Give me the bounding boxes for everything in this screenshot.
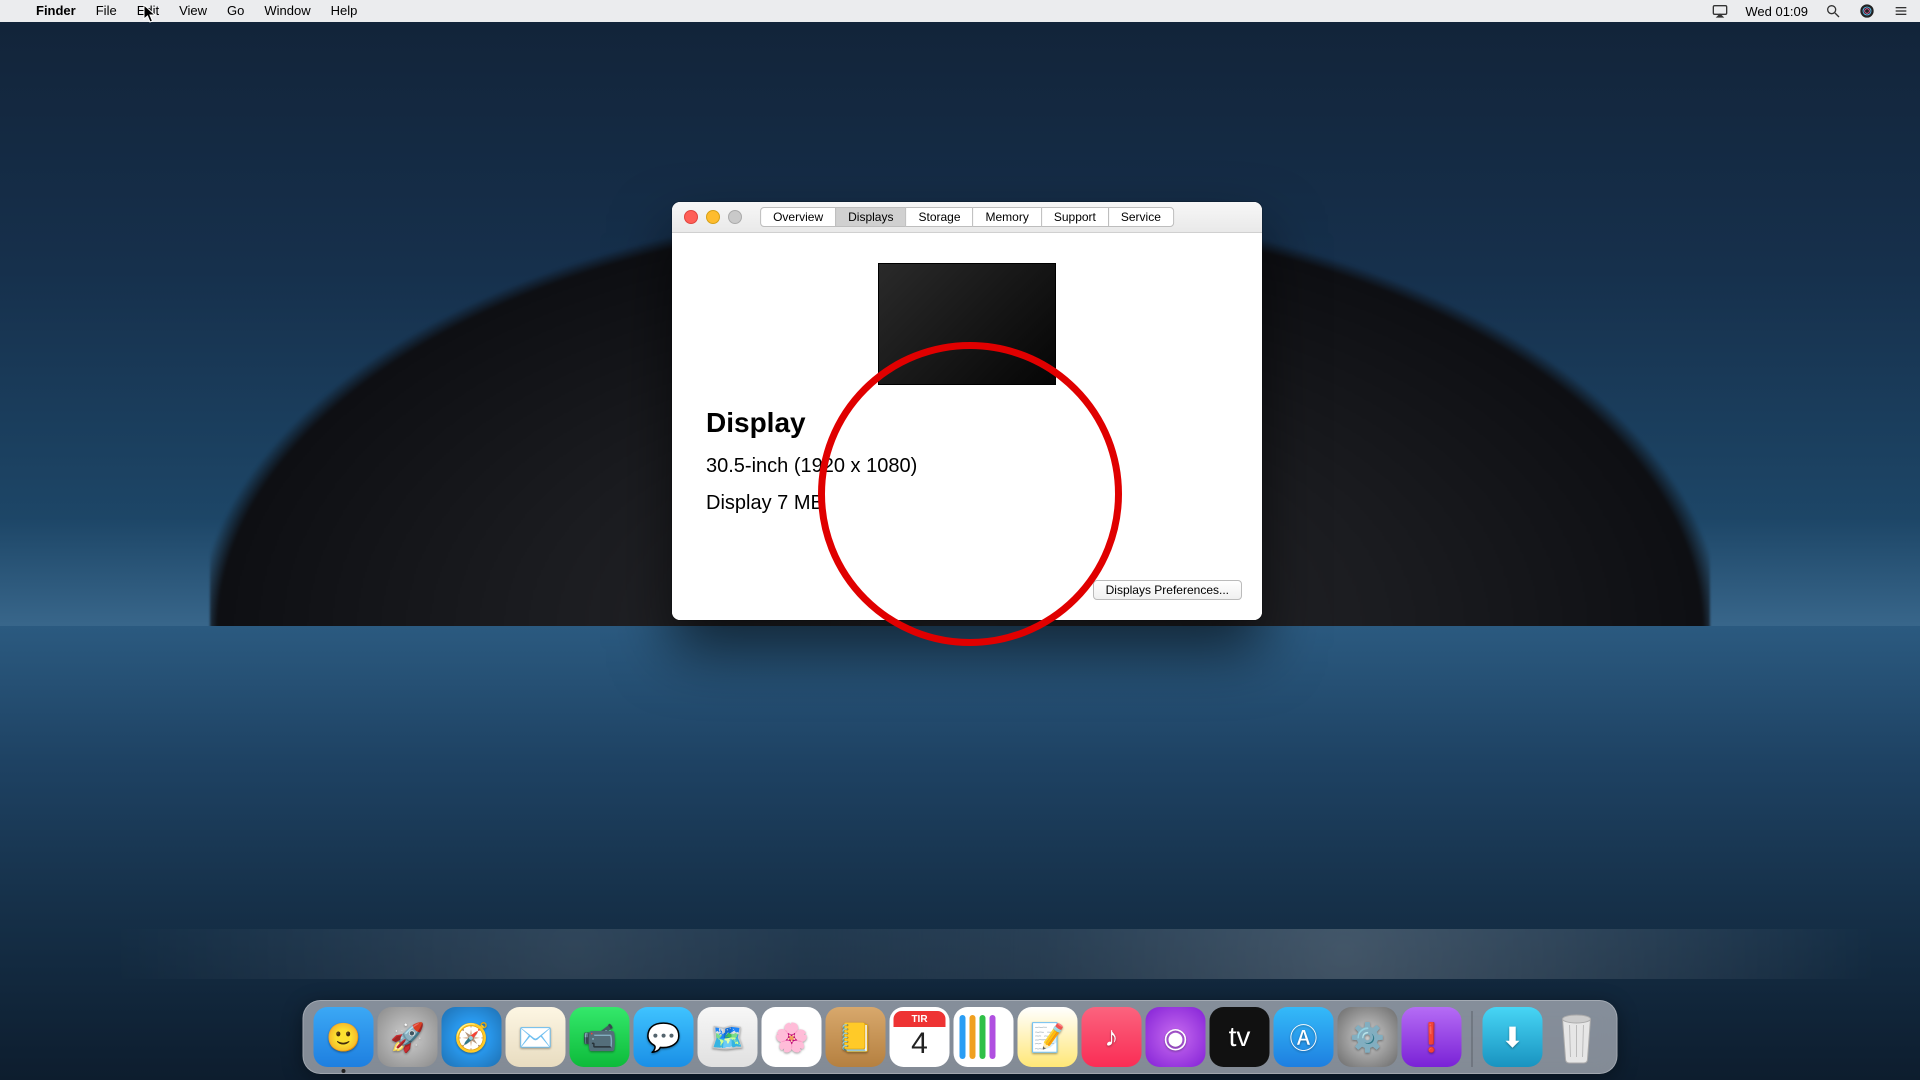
dock-system-preferences[interactable]: ⚙️ [1338,1007,1398,1067]
minimize-button[interactable] [706,210,720,224]
wallpaper-foam [0,929,1920,979]
window-titlebar[interactable]: Overview Displays Storage Memory Support… [672,202,1262,233]
display-heading: Display [706,407,806,439]
dock-maps[interactable]: 🗺️ [698,1007,758,1067]
siri-icon[interactable] [1858,2,1876,20]
tab-overview[interactable]: Overview [760,207,836,227]
tab-service[interactable]: Service [1108,207,1174,227]
dock-mail[interactable]: ✉️ [506,1007,566,1067]
window-body: Display 30.5-inch (1920 x 1080) Display … [672,233,1262,620]
dock-finder[interactable]: 🙂 [314,1007,374,1067]
tab-displays[interactable]: Displays [835,207,906,227]
dock-podcasts[interactable]: ◉ [1146,1007,1206,1067]
display-thumbnail [878,263,1056,385]
dock-tv[interactable]: tv [1210,1007,1270,1067]
dock-music[interactable]: ♪ [1082,1007,1142,1067]
menu-file[interactable]: File [86,0,127,22]
dock-safari[interactable]: 🧭 [442,1007,502,1067]
screen-mirroring-icon[interactable] [1711,2,1729,20]
dock-trash[interactable] [1547,1007,1607,1067]
display-resolution: 30.5-inch (1920 x 1080) [706,455,917,478]
dock-separator [1472,1011,1473,1067]
menu-window[interactable]: Window [254,0,320,22]
dock-feedback-assistant[interactable]: ❗ [1402,1007,1462,1067]
close-button[interactable] [684,210,698,224]
dock-launchpad[interactable]: 🚀 [378,1007,438,1067]
dock-downloads[interactable]: ⬇ [1483,1007,1543,1067]
calendar-weekday: TIR [894,1011,946,1027]
dock-calendar[interactable]: TIR 4 [890,1007,950,1067]
desktop: Finder File Edit View Go Window Help Wed… [0,0,1920,1080]
app-menu[interactable]: Finder [26,0,86,22]
menu-help[interactable]: Help [321,0,368,22]
tab-memory[interactable]: Memory [973,207,1042,227]
menubar: Finder File Edit View Go Window Help Wed… [0,0,1920,22]
dock-facetime[interactable]: 📹 [570,1007,630,1067]
menu-go[interactable]: Go [217,0,254,22]
notification-center-icon[interactable] [1892,2,1910,20]
window-tabs: Overview Displays Storage Memory Support… [760,207,1174,227]
dock-appstore[interactable]: Ⓐ [1274,1007,1334,1067]
tab-storage[interactable]: Storage [905,207,973,227]
traffic-lights [672,210,742,224]
displays-preferences-button[interactable]: Displays Preferences... [1093,580,1242,600]
menu-view[interactable]: View [169,0,217,22]
calendar-day: 4 [890,1027,950,1061]
display-memory: Display 7 MB [706,492,824,515]
spotlight-icon[interactable] [1824,2,1842,20]
maximize-button[interactable] [728,210,742,224]
menubar-clock[interactable]: Wed 01:09 [1745,4,1808,19]
tab-support[interactable]: Support [1041,207,1109,227]
dock: 🙂 🚀 🧭 ✉️ 📹 💬 🗺️ 🌸 📒 TIR 4 📝 ♪ ◉ tv [303,1000,1618,1074]
about-this-mac-window: Overview Displays Storage Memory Support… [672,202,1262,620]
dock-reminders[interactable] [954,1007,1014,1067]
mouse-cursor-icon [143,4,157,24]
dock-notes[interactable]: 📝 [1018,1007,1078,1067]
dock-messages[interactable]: 💬 [634,1007,694,1067]
dock-photos[interactable]: 🌸 [762,1007,822,1067]
dock-contacts[interactable]: 📒 [826,1007,886,1067]
